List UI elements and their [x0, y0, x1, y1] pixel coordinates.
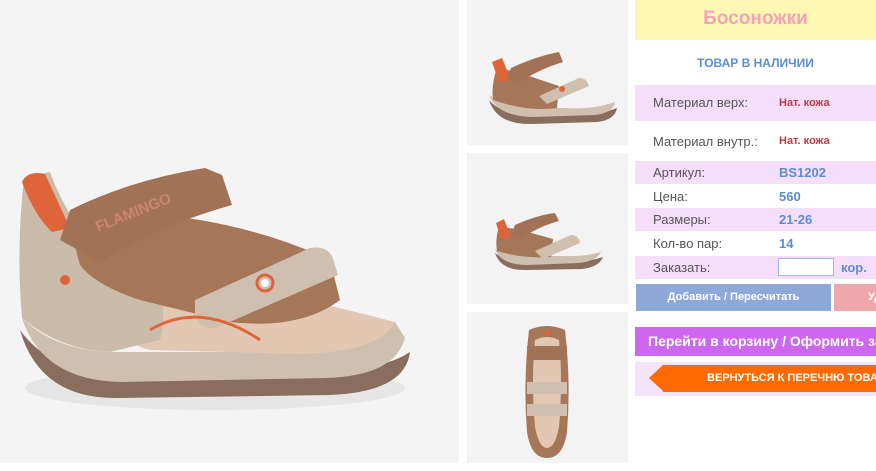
article-value: BS1202 — [779, 165, 826, 180]
main-product-photo: FLAMINGO — [0, 0, 459, 463]
go-to-cart-button[interactable]: Перейти в корзину / Оформить заказ — [635, 327, 876, 356]
material-inner-value: Нат. кожа — [779, 135, 830, 147]
back-to-list-container: ВЕРНУТЬСЯ К ПЕРЕЧНЮ ТОВАРОВ — [635, 362, 876, 396]
material-top-value: Нат. кожа — [779, 97, 830, 109]
order-quantity-input[interactable] — [778, 258, 834, 276]
product-title: Босоножки — [635, 0, 876, 40]
spec-row-price: Цена: 560 — [635, 185, 876, 208]
order-label: Заказать: — [653, 260, 711, 275]
article-label: Артикул: — [653, 165, 706, 180]
material-inner-label: Материал внутр.: — [653, 134, 758, 149]
spec-row-pairs: Кол-во пар: 14 — [635, 232, 876, 255]
thumbnail-sandal-3 — [525, 326, 569, 458]
add-recalculate-button[interactable]: Добавить / Пересчитать — [636, 284, 831, 311]
thumbnail-sandal-1 — [489, 52, 617, 125]
spec-row-order: Заказать: кор. — [635, 256, 876, 279]
order-unit: кор. — [841, 260, 867, 275]
sizes-label: Размеры: — [653, 212, 711, 227]
spec-row-material-top: Материал верх: Нат. кожа — [635, 85, 876, 121]
spec-row-article: Артикул: BS1202 — [635, 161, 876, 184]
thumbnail-top-view[interactable] — [467, 312, 628, 463]
pairs-value: 14 — [779, 236, 794, 251]
back-to-list-label: ВЕРНУТЬСЯ К ПЕРЕЧНЮ ТОВАРОВ — [707, 372, 876, 384]
arrow-left-icon — [649, 365, 663, 391]
price-label: Цена: — [653, 189, 688, 204]
spec-row-material-inner: Материал внутр.: Нат. кожа — [635, 130, 876, 154]
thumbnail-sandal-2 — [495, 213, 603, 271]
thumbnail-angle-view[interactable] — [467, 153, 628, 304]
sizes-value: 21-26 — [779, 212, 813, 227]
spec-row-sizes: Размеры: 21-26 — [635, 208, 876, 231]
delete-button[interactable]: Удалить — [834, 284, 876, 311]
back-to-list-button[interactable]: ВЕРНУТЬСЯ К ПЕРЕЧНЮ ТОВАРОВ — [649, 365, 876, 392]
price-value: 560 — [779, 189, 801, 204]
pairs-label: Кол-во пар: — [653, 236, 723, 251]
thumbnail-side-view[interactable] — [467, 0, 628, 145]
sandal-illustration: FLAMINGO — [19, 168, 410, 410]
stock-status: ТОВАР В НАЛИЧИИ — [697, 56, 814, 70]
material-top-label: Материал верх: — [653, 95, 749, 110]
